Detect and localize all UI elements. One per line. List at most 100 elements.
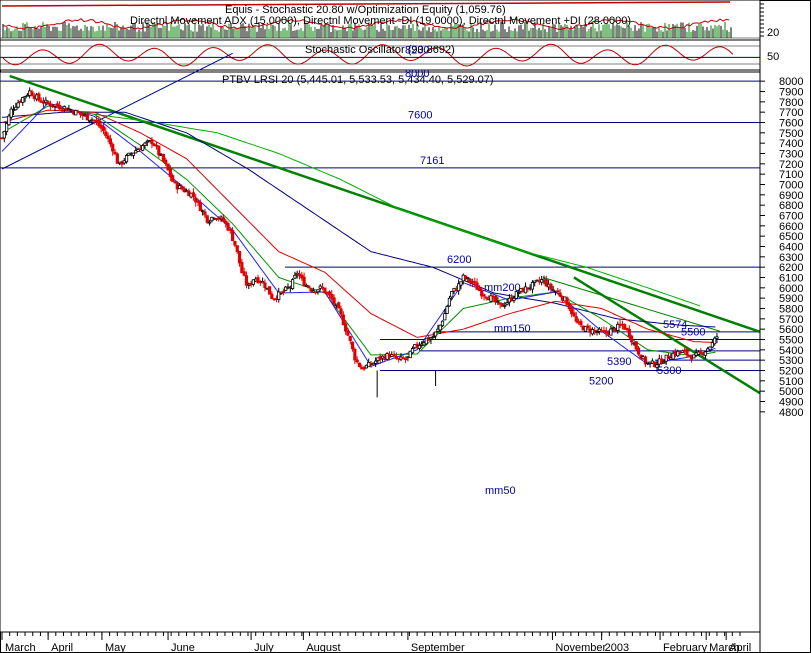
candle-body <box>685 349 689 355</box>
candle-body <box>332 297 336 305</box>
y-tick-label: 7600 <box>779 117 803 129</box>
candle-body <box>447 297 452 307</box>
price-panel-bg <box>0 71 761 633</box>
y-tick-label: 6700 <box>779 210 803 222</box>
candle-body <box>207 221 212 224</box>
candle-body <box>556 290 560 293</box>
equity-panel: Equis - Stochastic 20.80 w/Optimization … <box>0 0 779 41</box>
candle-body <box>233 240 237 246</box>
candle-body <box>440 320 445 327</box>
candle-body <box>636 347 641 355</box>
y-tick-label: 5800 <box>779 303 803 315</box>
candle-body <box>417 345 422 349</box>
level-label-8000: 8000 <box>405 68 429 80</box>
x-month-label: June <box>171 642 195 653</box>
candle-body <box>572 312 576 317</box>
candle-body <box>23 96 27 99</box>
y-tick-label: 5900 <box>779 293 803 305</box>
candle-body <box>579 320 583 326</box>
y-tick-label: 5100 <box>779 376 803 388</box>
y-tick-label: 5300 <box>779 355 803 367</box>
candle-body <box>46 101 50 104</box>
candle-body <box>198 201 202 212</box>
level-label-5500: 5500 <box>681 326 705 338</box>
volume-tick-20: 20 <box>767 27 779 39</box>
candle-body <box>459 281 463 286</box>
candle-body <box>443 313 447 321</box>
candle-body <box>595 331 599 334</box>
x-month-label: February <box>663 642 708 653</box>
candle-body <box>558 292 562 297</box>
y-tick-label: 6400 <box>779 241 803 253</box>
candle-body <box>703 351 708 356</box>
y-tick-label: 7200 <box>779 159 803 171</box>
candle-body <box>101 126 106 131</box>
y-tick-label: 7000 <box>779 179 803 191</box>
candle-body <box>203 211 207 216</box>
candle-body <box>150 139 154 145</box>
candle-body <box>240 261 244 274</box>
y-tick-label: 6800 <box>779 200 803 212</box>
x-month-label: May <box>105 642 126 653</box>
candle-body <box>429 337 433 340</box>
candle-body <box>302 276 306 287</box>
level-label-5200: 5200 <box>589 375 613 387</box>
level-label-8230: 8230 <box>405 44 429 56</box>
y-tick-label: 6500 <box>779 231 803 243</box>
price-panel: PTBV LRSI 20 (5,445.01, 5,533.53, 5,434.… <box>0 44 761 633</box>
panel3-title: PTBV LRSI 20 (5,445.01, 5,533.53, 5,434.… <box>222 74 494 86</box>
candle-body <box>505 302 509 305</box>
y-tick-label: 6900 <box>779 190 803 202</box>
panel2-title: Stochastic Oscillator (90.8692) <box>305 44 455 56</box>
candle-body <box>353 348 357 361</box>
candle-body <box>699 351 703 354</box>
candle-body <box>281 290 285 293</box>
candle-body <box>143 142 147 146</box>
candle-body <box>30 91 34 97</box>
level-label-7600: 7600 <box>408 109 432 121</box>
candle-body <box>630 335 634 343</box>
candle-body <box>344 323 348 332</box>
x-month-label: April <box>51 642 73 653</box>
candle-body <box>503 304 507 307</box>
y-tick-label: 7800 <box>779 97 803 109</box>
candle-body <box>2 130 6 139</box>
y-tick-label: 4800 <box>779 407 803 419</box>
x-month-label: March <box>5 642 36 653</box>
y-tick-label: 5400 <box>779 345 803 357</box>
level-label-7161: 7161 <box>420 155 444 167</box>
x-month-label: 2003 <box>605 642 629 653</box>
level-label-6200: 6200 <box>447 254 471 266</box>
candle-body <box>104 131 108 136</box>
x-month-label: April <box>729 642 751 653</box>
y-tick-label: 7700 <box>779 107 803 119</box>
ma-label-mm200: mm200 <box>484 282 521 294</box>
y-tick-label: 5200 <box>779 365 803 377</box>
candle-body <box>221 217 226 222</box>
candle-body <box>67 108 71 111</box>
candle-body <box>357 362 362 368</box>
candle-body <box>141 145 145 151</box>
candle-body <box>374 360 378 364</box>
candle-body <box>14 106 18 111</box>
candle-body <box>263 282 267 288</box>
candle-body <box>60 109 64 112</box>
candle-body <box>715 336 719 339</box>
candle-body <box>307 285 311 289</box>
candle-body <box>433 331 438 337</box>
candle-body <box>293 274 297 279</box>
candle-body <box>235 245 239 252</box>
y-tick-label: 5700 <box>779 314 803 326</box>
candle-body <box>348 336 352 342</box>
candle-body <box>231 230 235 242</box>
candle-body <box>157 145 161 156</box>
x-month-label: November <box>555 642 606 653</box>
candle-body <box>237 251 242 264</box>
candle-body <box>482 294 486 297</box>
candle-body <box>708 346 712 351</box>
candle-body <box>662 361 666 364</box>
candle-body <box>549 283 553 290</box>
y-tick-label: 6000 <box>779 283 803 295</box>
y-tick-label: 4900 <box>779 396 803 408</box>
y-tick-label: 5000 <box>779 386 803 398</box>
